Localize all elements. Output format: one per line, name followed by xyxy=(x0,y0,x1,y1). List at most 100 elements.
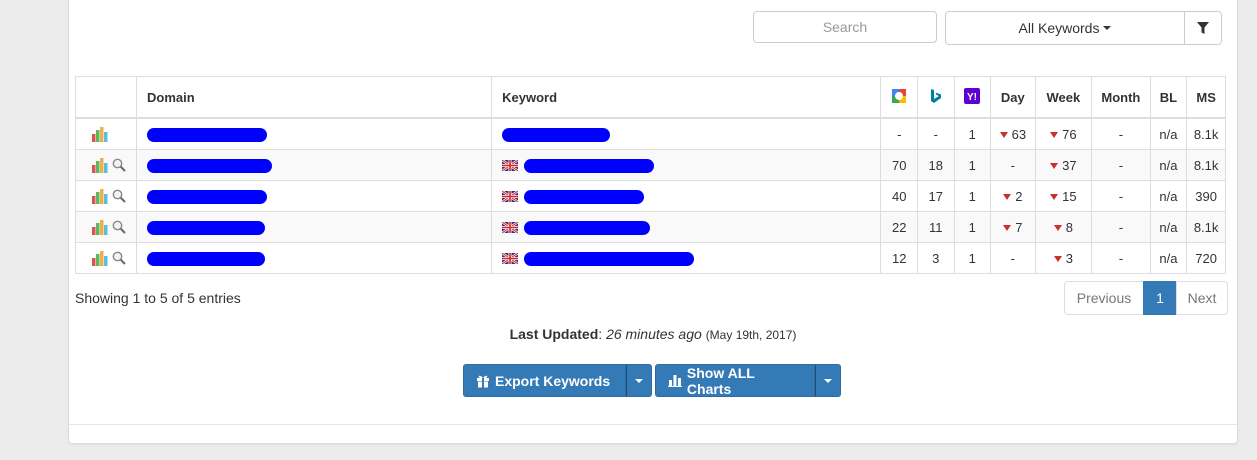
export-keywords-button[interactable]: Export Keywords xyxy=(463,364,626,397)
day-change-cell: - xyxy=(990,242,1036,274)
trend-down-icon xyxy=(1003,194,1012,201)
backlinks-cell: n/a xyxy=(1149,242,1188,274)
pagination-previous[interactable]: Previous xyxy=(1064,281,1144,315)
keywords-filter-label: All Keywords xyxy=(1018,20,1100,36)
magnifier-icon[interactable] xyxy=(112,220,126,234)
week-change-value: 37 xyxy=(1062,157,1077,173)
google-column-header[interactable] xyxy=(880,76,918,119)
redacted-domain xyxy=(147,251,265,266)
day-change-cell: 7 xyxy=(990,211,1036,243)
redacted-domain xyxy=(147,189,267,204)
yahoo-rank-cell: 1 xyxy=(953,211,992,243)
day-change-value: - xyxy=(1010,157,1015,173)
keywords-filter-dropdown[interactable]: All Keywords xyxy=(945,11,1185,45)
search-input[interactable] xyxy=(753,11,937,43)
trend-down-icon xyxy=(1053,256,1062,263)
keyword-cell xyxy=(491,211,882,243)
export-button-group: Export Keywords xyxy=(463,364,652,397)
table-row: - -1 63 76- n/a 8.1k xyxy=(75,117,1226,150)
redacted-domain xyxy=(147,158,272,173)
keyword-cell xyxy=(491,117,882,150)
row-actions xyxy=(75,211,137,243)
backlinks-cell: n/a xyxy=(1149,211,1188,243)
redacted-keyword xyxy=(502,127,611,142)
table-row: 70 18 1-37- n/a 8.1k xyxy=(75,149,1226,181)
trend-down-icon xyxy=(1050,163,1059,170)
charts-options-toggle[interactable] xyxy=(815,364,841,397)
week-change-cell: 15 xyxy=(1034,180,1093,212)
domain-cell xyxy=(135,211,493,243)
last-updated-date: (May 19th, 2017) xyxy=(705,328,797,342)
week-column-header[interactable]: Week xyxy=(1034,76,1093,119)
uk-flag-icon xyxy=(502,160,519,172)
bing-rank-cell: - xyxy=(917,117,955,150)
filter-button[interactable] xyxy=(1184,11,1222,45)
chevron-down-icon xyxy=(635,378,643,383)
day-change-value: 63 xyxy=(1011,126,1027,142)
ms-column-header[interactable]: MS xyxy=(1186,76,1226,119)
trend-down-icon xyxy=(999,132,1008,139)
domain-cell xyxy=(135,242,493,274)
monthly-searches-cell: 8.1k xyxy=(1186,211,1226,243)
uk-flag-icon xyxy=(502,222,519,234)
row-actions xyxy=(75,180,137,212)
domain-column-header[interactable]: Domain xyxy=(135,76,493,119)
keyword-column-header[interactable]: Keyword xyxy=(491,76,882,119)
magnifier-icon[interactable] xyxy=(112,189,126,203)
pagination: Previous 1 Next xyxy=(1064,281,1228,315)
charts-button-group: Show ALL Charts xyxy=(655,364,841,397)
month-column-header[interactable]: Month xyxy=(1091,76,1151,119)
magnifier-icon[interactable] xyxy=(112,251,126,265)
yahoo-rank-cell: 1 xyxy=(953,117,992,150)
chart-icon[interactable] xyxy=(92,126,108,142)
month-change-cell: - xyxy=(1091,180,1151,212)
google-rank-cell: 40 xyxy=(880,180,918,212)
pagination-next[interactable]: Next xyxy=(1176,281,1228,315)
monthly-searches-cell: 720 xyxy=(1186,242,1226,274)
yahoo-rank-cell: 1 xyxy=(953,180,992,212)
redacted-domain xyxy=(147,220,265,235)
yahoo-rank-cell: 1 xyxy=(953,149,992,181)
day-change-value: 2 xyxy=(1015,188,1023,204)
trend-down-icon xyxy=(1050,194,1059,201)
uk-flag-icon xyxy=(502,191,519,203)
backlinks-cell: n/a xyxy=(1149,180,1188,212)
week-change-value: 76 xyxy=(1062,126,1077,142)
show-all-charts-label: Show ALL Charts xyxy=(686,364,755,397)
show-all-charts-button[interactable]: Show ALL Charts xyxy=(655,364,815,397)
pagination-page-1[interactable]: 1 xyxy=(1143,281,1177,315)
google-rank-cell: - xyxy=(880,117,918,150)
gift-icon xyxy=(477,375,489,388)
svg-text:Y!: Y! xyxy=(967,92,977,103)
bing-rank-cell: 18 xyxy=(917,149,955,181)
last-updated-relative: 26 minutes ago xyxy=(606,326,702,342)
bl-column-header[interactable]: BL xyxy=(1149,76,1188,119)
day-column-header[interactable]: Day xyxy=(990,76,1036,119)
magnifier-icon[interactable] xyxy=(112,158,126,172)
chart-icon[interactable] xyxy=(92,188,108,204)
bar-chart-icon xyxy=(668,375,682,387)
filter-icon xyxy=(1197,21,1209,34)
row-actions xyxy=(75,242,137,274)
month-change-cell: - xyxy=(1091,117,1151,150)
uk-flag-icon xyxy=(502,253,519,265)
row-actions xyxy=(75,117,137,150)
redacted-keyword xyxy=(524,251,695,266)
monthly-searches-cell: 390 xyxy=(1186,180,1226,212)
keywords-table: Domain Keyword Y! Day Week Month BL MS -… xyxy=(75,76,1226,274)
chart-icon[interactable] xyxy=(92,157,108,173)
keyword-cell xyxy=(491,242,882,274)
monthly-searches-cell: 8.1k xyxy=(1186,117,1226,150)
week-change-cell: 3 xyxy=(1034,242,1093,274)
chart-icon[interactable] xyxy=(92,219,108,235)
week-change-value: 8 xyxy=(1065,219,1073,235)
google-icon xyxy=(892,88,907,103)
week-change-value: 15 xyxy=(1062,188,1077,204)
day-change-cell: 63 xyxy=(990,117,1036,150)
trend-down-icon xyxy=(1003,225,1012,232)
bing-column-header[interactable] xyxy=(917,76,955,119)
chart-icon[interactable] xyxy=(92,250,108,266)
export-options-toggle[interactable] xyxy=(626,364,652,397)
chevron-down-icon xyxy=(1103,26,1112,30)
yahoo-column-header[interactable]: Y! xyxy=(953,76,992,119)
